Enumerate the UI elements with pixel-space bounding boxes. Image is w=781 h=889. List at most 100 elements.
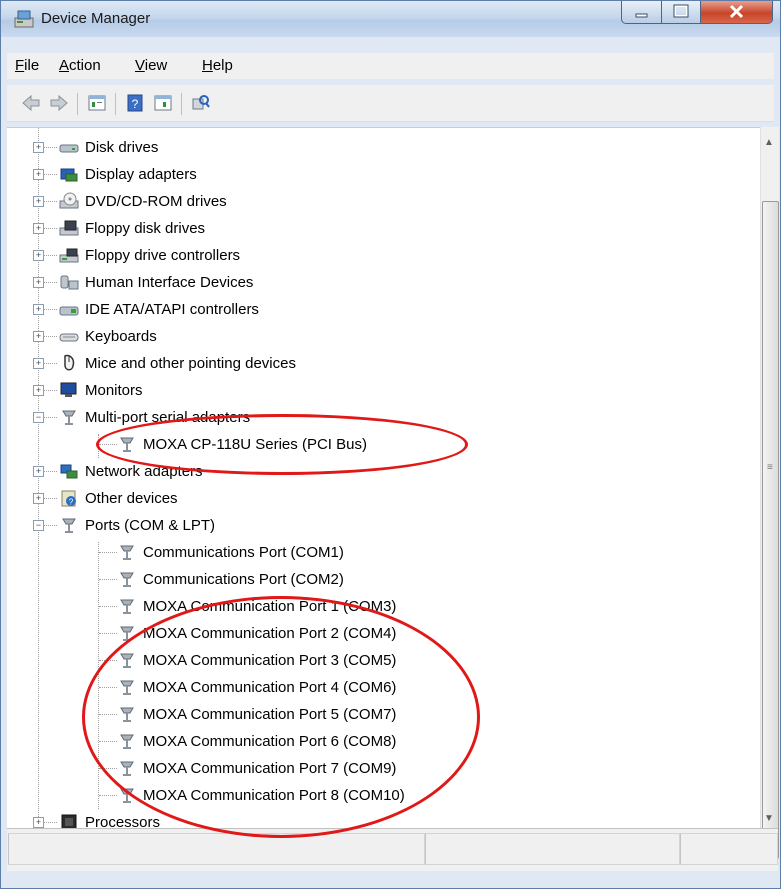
tree-guide-line	[43, 471, 57, 472]
tree-node-label: Multi-port serial adapters	[85, 409, 251, 426]
tree-device-node[interactable]: MOXA Communication Port 3 (COM5)	[7, 647, 757, 673]
tree-guide-line	[43, 309, 57, 310]
tree-guide-line	[99, 687, 117, 688]
tree-guide-line	[99, 579, 117, 580]
status-pane	[425, 833, 680, 865]
tree-node-label: MOXA Communication Port 6 (COM8)	[143, 733, 397, 750]
scroll-down-arrow-icon[interactable]: ▼	[764, 813, 774, 824]
tree-node-label: Floppy disk drives	[85, 220, 206, 237]
tree-category-node[interactable]: + DVD/CD-ROM drives	[7, 188, 757, 214]
tree-category-node[interactable]: + Keyboards	[7, 323, 757, 349]
help-icon[interactable]: ?	[125, 93, 145, 113]
forward-icon[interactable]	[49, 93, 69, 113]
tree-node-label: Floppy drive controllers	[85, 247, 241, 264]
menu-file[interactable]: File	[15, 57, 39, 74]
tree-guide-line	[43, 363, 57, 364]
tree-node-label: Keyboards	[85, 328, 157, 345]
tree-category-node[interactable]: + Disk drives	[7, 134, 757, 160]
tree-node-label: IDE ATA/ATAPI controllers	[85, 301, 259, 318]
tree-category-node[interactable]: + IDE ATA/ATAPI controllers	[7, 296, 757, 322]
tree-guide-line	[99, 795, 117, 796]
tree-device-node[interactable]: MOXA CP-118U Series (PCI Bus)	[7, 431, 757, 457]
close-icon	[729, 4, 744, 19]
serial-port-icon	[120, 626, 134, 641]
tree-guide-line	[99, 444, 117, 445]
tree-device-node[interactable]: MOXA Communication Port 2 (COM4)	[7, 620, 757, 646]
display-adapter-icon	[60, 168, 78, 182]
menu-help[interactable]: Help	[202, 57, 233, 74]
tree-node-label: Mice and other pointing devices	[85, 355, 296, 372]
minimize-icon	[635, 13, 648, 18]
tree-device-node[interactable]: MOXA Communication Port 4 (COM6)	[7, 674, 757, 700]
mouse-icon	[64, 354, 75, 371]
scrollbar-grip-icon: ≡	[767, 462, 773, 473]
tree-device-node[interactable]: Communications Port (COM1)	[7, 539, 757, 565]
unknown-device-icon: ?	[61, 490, 76, 507]
maximize-icon	[673, 4, 689, 18]
tree-node-label: Communications Port (COM2)	[143, 571, 344, 588]
update-icon[interactable]	[153, 93, 173, 113]
tree-device-node[interactable]: MOXA Communication Port 7 (COM9)	[7, 755, 757, 781]
ide-controller-icon	[59, 306, 79, 316]
hid-icon	[60, 275, 79, 290]
status-pane	[680, 833, 778, 865]
tree-category-node[interactable]: + Monitors	[7, 377, 757, 403]
tree-category-node[interactable]: + Floppy drive controllers	[7, 242, 757, 268]
tree-guide-line	[43, 255, 57, 256]
toolbar-separator	[115, 93, 116, 115]
floppy-controller-icon	[59, 248, 79, 263]
tree-device-node[interactable]: MOXA Communication Port 1 (COM3)	[7, 593, 757, 619]
serial-port-icon	[120, 572, 134, 587]
menu-action[interactable]: Action	[59, 57, 101, 74]
back-icon[interactable]	[21, 93, 41, 113]
svg-text:?: ?	[69, 498, 74, 507]
tree-device-node[interactable]: MOXA Communication Port 5 (COM7)	[7, 701, 757, 727]
status-pane	[8, 833, 425, 865]
tree-category-node[interactable]: − Ports (COM & LPT)	[7, 512, 757, 538]
tree-device-node[interactable]: Communications Port (COM2)	[7, 566, 757, 592]
scan-hardware-icon[interactable]	[191, 93, 211, 113]
scroll-up-arrow-icon[interactable]: ▲	[764, 137, 774, 148]
tree-guide-line	[43, 417, 57, 418]
serial-port-icon	[120, 680, 134, 695]
device-tree[interactable]: + Disk drives + Display adapters + DVD/CD-ROM…	[7, 127, 760, 829]
tree-device-node[interactable]: MOXA Communication Port 8 (COM10)	[7, 782, 757, 808]
menu-bar: File Action View Help	[7, 53, 774, 79]
disk-drive-icon	[59, 144, 79, 153]
tree-category-node[interactable]: + Floppy disk drives	[7, 215, 757, 241]
network-adapter-icon	[60, 464, 78, 479]
monitor-icon	[60, 382, 77, 397]
serial-port-icon	[120, 707, 134, 722]
menu-view[interactable]: View	[135, 57, 167, 74]
floppy-drive-icon	[59, 220, 79, 236]
toolbar: ?	[7, 85, 774, 122]
tree-node-label: MOXA Communication Port 2 (COM4)	[143, 625, 397, 642]
title-bar[interactable]: Device Manager	[1, 1, 780, 37]
tree-category-node[interactable]: +? Other devices	[7, 485, 757, 511]
tree-guide-line	[43, 174, 57, 175]
window-title: Device Manager	[41, 10, 151, 27]
properties-icon[interactable]	[87, 93, 107, 113]
tree-guide-line	[43, 201, 57, 202]
tree-category-node[interactable]: + Mice and other pointing devices	[7, 350, 757, 376]
tree-category-node[interactable]: + Network adapters	[7, 458, 757, 484]
tree-guide-line	[43, 822, 57, 823]
tree-guide-line	[43, 336, 57, 337]
tree-category-node[interactable]: + Display adapters	[7, 161, 757, 187]
scrollbar-thumb[interactable]: ≡	[762, 201, 779, 859]
tree-category-node[interactable]: + Human Interface Devices	[7, 269, 757, 295]
tree-category-node[interactable]: − Multi-port serial adapters	[7, 404, 757, 430]
maximize-button[interactable]	[661, 1, 702, 24]
tree-device-node[interactable]: MOXA Communication Port 6 (COM8)	[7, 728, 757, 754]
tree-node-label: MOXA Communication Port 4 (COM6)	[143, 679, 397, 696]
toolbar-separator	[181, 93, 182, 115]
vertical-scrollbar[interactable]: ▲ ≡ ▼	[760, 127, 779, 859]
tree-category-node[interactable]: + Processors	[7, 809, 757, 829]
tree-guide-line	[99, 741, 117, 742]
tree-node-label: MOXA Communication Port 7 (COM9)	[143, 760, 397, 777]
tree-guide-line	[43, 390, 57, 391]
tree-node-label: Disk drives	[85, 139, 159, 156]
close-button[interactable]	[700, 1, 773, 24]
minimize-button[interactable]	[621, 1, 663, 24]
tree-node-label: Ports (COM & LPT)	[85, 517, 216, 534]
